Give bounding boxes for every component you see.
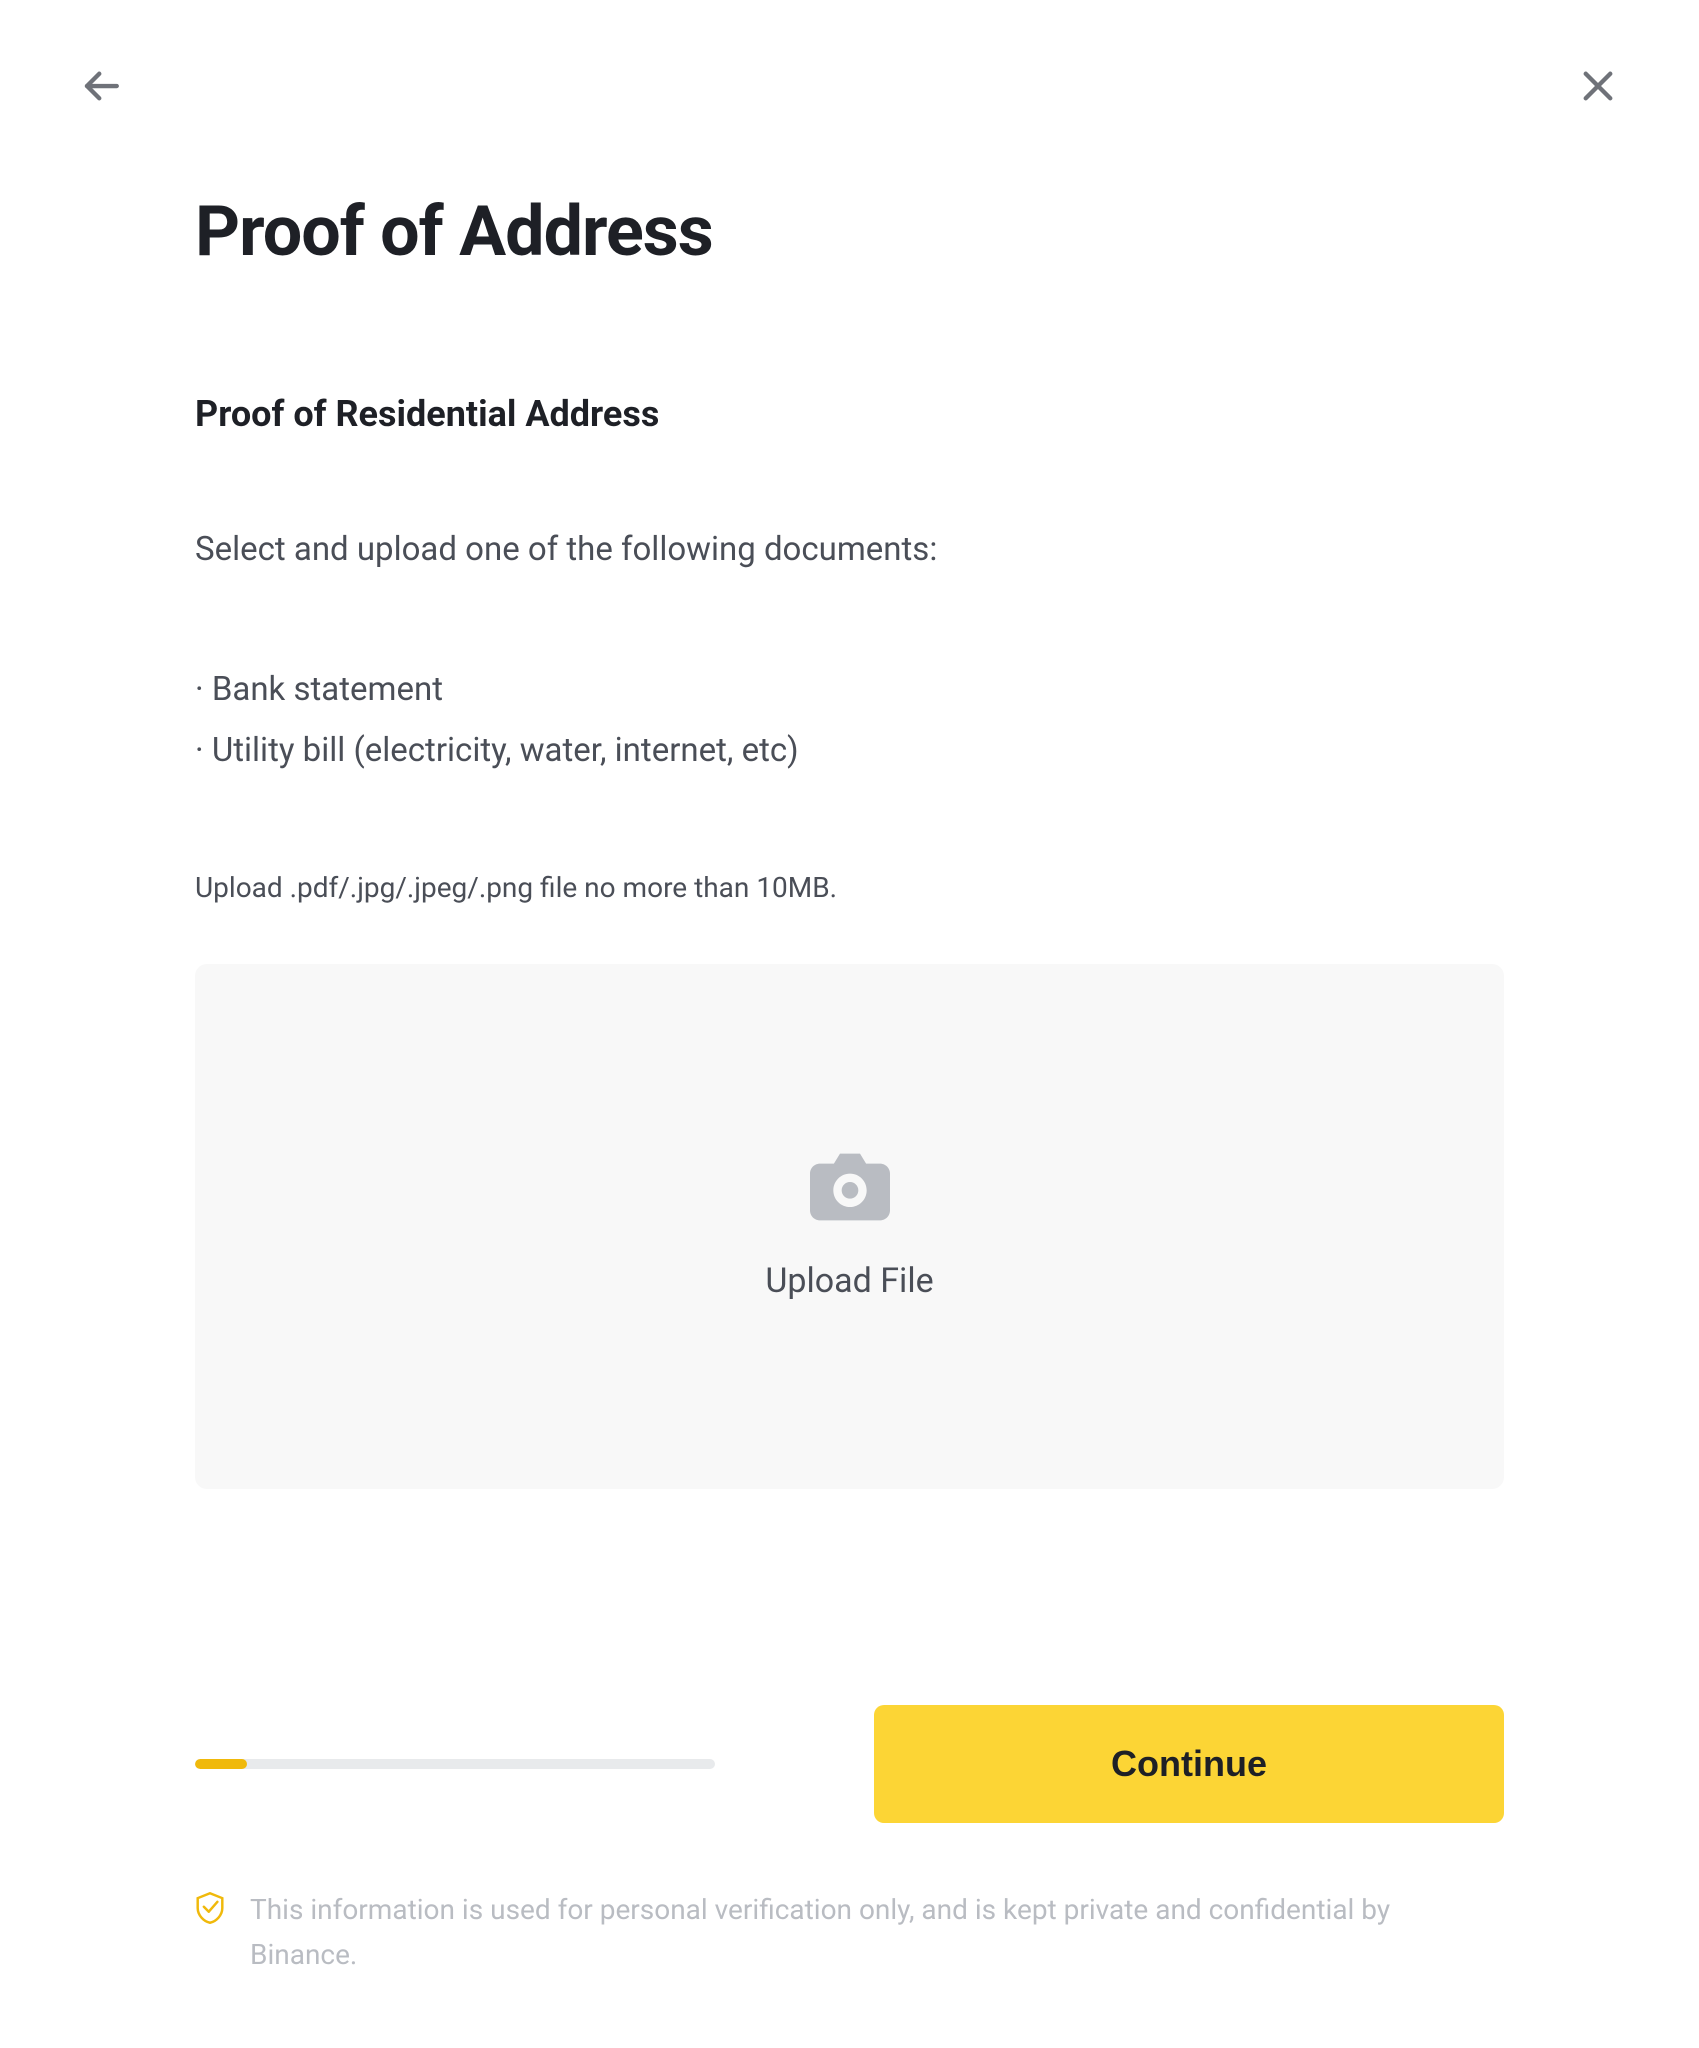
document-list: · Bank statement · Utility bill (electri… <box>195 659 1504 781</box>
list-item: · Utility bill (electricity, water, inte… <box>195 720 1504 781</box>
camera-icon <box>810 1152 890 1226</box>
modal-footer: Continue This information is used for pe… <box>80 1705 1619 1978</box>
instruction-text: Select and upload one of the following d… <box>195 530 1504 569</box>
modal-content: Proof of Address Proof of Residential Ad… <box>80 191 1619 1705</box>
upload-label: Upload File <box>765 1261 933 1301</box>
page-title: Proof of Address <box>195 191 1504 273</box>
list-item: · Bank statement <box>195 659 1504 720</box>
modal-header-row <box>80 65 1619 111</box>
shield-check-icon <box>195 1892 225 1928</box>
back-button[interactable] <box>80 65 122 111</box>
continue-button[interactable]: Continue <box>874 1705 1504 1823</box>
upload-note: Upload .pdf/.jpg/.jpeg/.png file no more… <box>195 871 1504 904</box>
upload-file-area[interactable]: Upload File <box>195 964 1504 1489</box>
close-button[interactable] <box>1577 65 1619 111</box>
arrow-left-icon <box>80 65 122 111</box>
action-row: Continue <box>195 1705 1504 1823</box>
close-icon <box>1577 65 1619 111</box>
privacy-text: This information is used for personal ve… <box>250 1888 1504 1978</box>
progress-bar <box>195 1759 715 1769</box>
proof-of-address-modal: Proof of Address Proof of Residential Ad… <box>0 0 1699 2048</box>
section-subtitle: Proof of Residential Address <box>195 393 1504 435</box>
privacy-row: This information is used for personal ve… <box>195 1888 1504 1978</box>
progress-fill <box>195 1759 247 1769</box>
